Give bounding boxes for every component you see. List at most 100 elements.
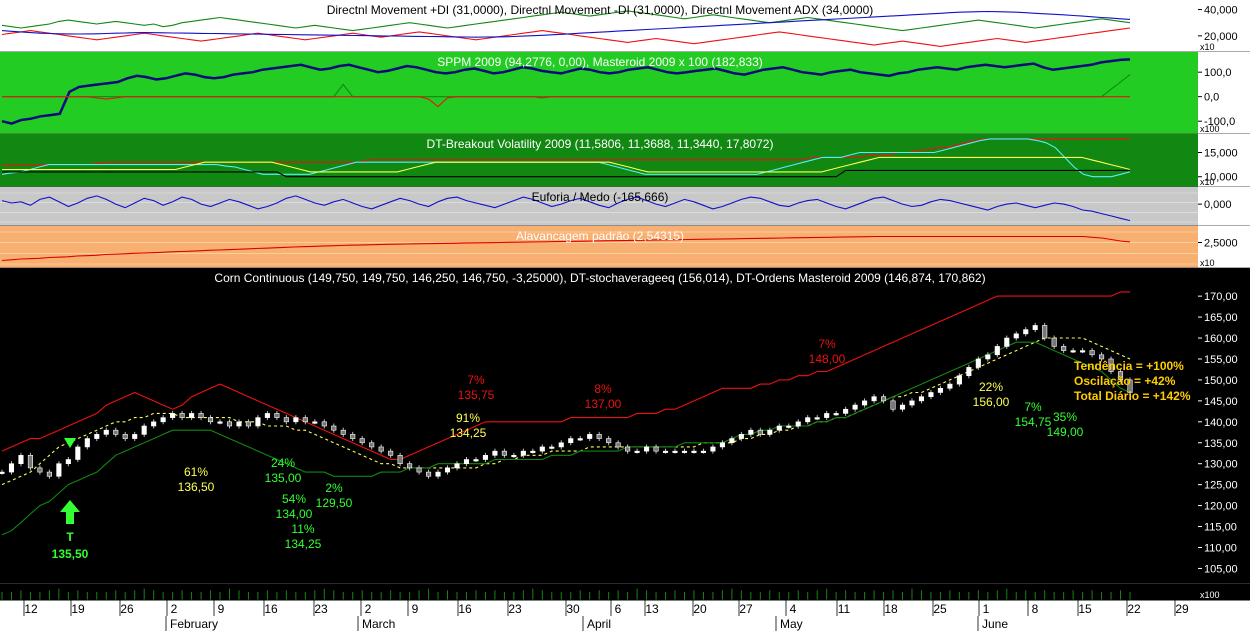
y-tick-label: 160,00 [1204, 333, 1238, 345]
x-tick-label: 26 [120, 602, 134, 616]
price-candle [226, 421, 233, 427]
price-candle [426, 471, 432, 477]
annotation-percent: 7% [1024, 400, 1042, 414]
price-candle [141, 425, 147, 435]
price-candle [824, 413, 830, 418]
price-candle [1080, 350, 1086, 353]
price-candle [606, 438, 612, 444]
scale-note: x10 [1200, 177, 1215, 187]
price-candle [1013, 333, 1019, 339]
y-tick-label: 150,00 [1204, 375, 1238, 387]
price-candle [577, 438, 583, 441]
price-candle [198, 413, 204, 418]
price-candle [369, 442, 375, 448]
annotation-price: 135,00 [265, 471, 302, 485]
annotation-price: 136,50 [178, 480, 215, 494]
price-candle [65, 459, 71, 465]
x-tick-label: 23 [508, 602, 522, 616]
annotation-percent: 61% [184, 465, 208, 479]
price-candle [217, 421, 223, 424]
x-tick-label: 4 [790, 602, 797, 616]
x-tick-label: 11 [838, 602, 851, 616]
price-candle [814, 417, 820, 420]
price-candle [843, 408, 849, 414]
annotation-percent: 2% [325, 481, 343, 495]
annotation-price: 149,00 [1047, 425, 1084, 439]
price-candle [388, 450, 394, 456]
price-candle [966, 367, 972, 377]
price-candle [1070, 350, 1076, 353]
price-candle [378, 446, 384, 452]
scale-note: x10 [1200, 258, 1215, 268]
price-candle [473, 459, 479, 462]
price-candle [359, 438, 365, 444]
annotation-price: 137,00 [585, 397, 622, 411]
signal-price: 135,50 [52, 547, 89, 561]
price-candle [56, 463, 62, 477]
x-tick-label: 29 [1175, 602, 1189, 616]
price-candle [928, 392, 934, 397]
y-tick-label: 165,00 [1204, 312, 1238, 324]
price-candle [738, 434, 744, 439]
price-candle [94, 434, 100, 439]
price-candle [321, 421, 327, 427]
price-candle [0, 471, 5, 474]
price-candle [890, 400, 896, 410]
price-candle [122, 434, 128, 439]
x-tick-label: 2 [365, 602, 372, 616]
price-candle [985, 354, 991, 360]
price-candle [18, 455, 24, 465]
price-candle [1023, 329, 1029, 335]
x-month-label: May [780, 617, 803, 631]
price-candle [748, 429, 754, 435]
price-candle [587, 434, 593, 439]
annotation-percent: 22% [979, 380, 1003, 394]
y-tick-label: 155,00 [1204, 354, 1238, 366]
scale-note: x10 [1200, 42, 1215, 52]
panel-title: SPPM 2009 (94,2776, 0,00), Masteroid 200… [437, 55, 763, 69]
x-tick-label: 16 [458, 602, 472, 616]
price-candle [302, 417, 308, 423]
price-candle [520, 450, 526, 456]
y-tick-label: 105,00 [1204, 563, 1238, 575]
price-candle [75, 446, 81, 460]
annotation-price: 134,25 [285, 537, 322, 551]
price-candle [1004, 337, 1010, 347]
x-tick-label: 19 [71, 602, 85, 616]
y-tick-label: 125,00 [1204, 480, 1238, 492]
x-tick-label: 12 [24, 602, 38, 616]
price-candle [283, 417, 289, 423]
x-tick-label: 6 [615, 602, 622, 616]
panel-title: Directnl Movement +DI (31,0000), Directn… [327, 3, 874, 17]
price-candle [634, 450, 640, 453]
price-candle [113, 429, 119, 435]
annotation-percent: 7% [818, 337, 836, 351]
y-tick-label: 15,000 [1204, 148, 1238, 160]
annotation-price: 156,00 [973, 395, 1010, 409]
price-candle [994, 346, 1000, 356]
price-candle [956, 375, 962, 385]
price-candle [207, 417, 214, 423]
price-candle [454, 463, 460, 469]
x-tick-label: 13 [645, 602, 659, 616]
scale-note: x100 [1200, 124, 1220, 134]
chart-canvas: 40,000 2 0,000 x10 Directnl Movement +DI (31… [0, 0, 1250, 631]
strategy-stat: Oscilação = +42% [1074, 374, 1176, 388]
annotation-percent: 8% [594, 382, 612, 396]
price-candle [947, 383, 953, 389]
x-tick-label: 8 [1032, 602, 1039, 616]
x-tick-label: 9 [218, 602, 225, 616]
price-candle [103, 429, 109, 435]
y-tick-label: 120,00 [1204, 501, 1238, 513]
y-tick-label: 2,5000 [1204, 238, 1238, 250]
y-tick-label: 140,00 [1204, 417, 1238, 429]
price-candle [568, 438, 574, 444]
price-candle [852, 404, 858, 410]
price-candle [27, 455, 33, 469]
y-tick-label: 145,00 [1204, 396, 1238, 408]
price-candle [909, 400, 915, 406]
price-candle [397, 455, 403, 465]
price-candle [46, 471, 52, 477]
x-month-label: February [170, 617, 218, 631]
price-candle [511, 455, 517, 458]
